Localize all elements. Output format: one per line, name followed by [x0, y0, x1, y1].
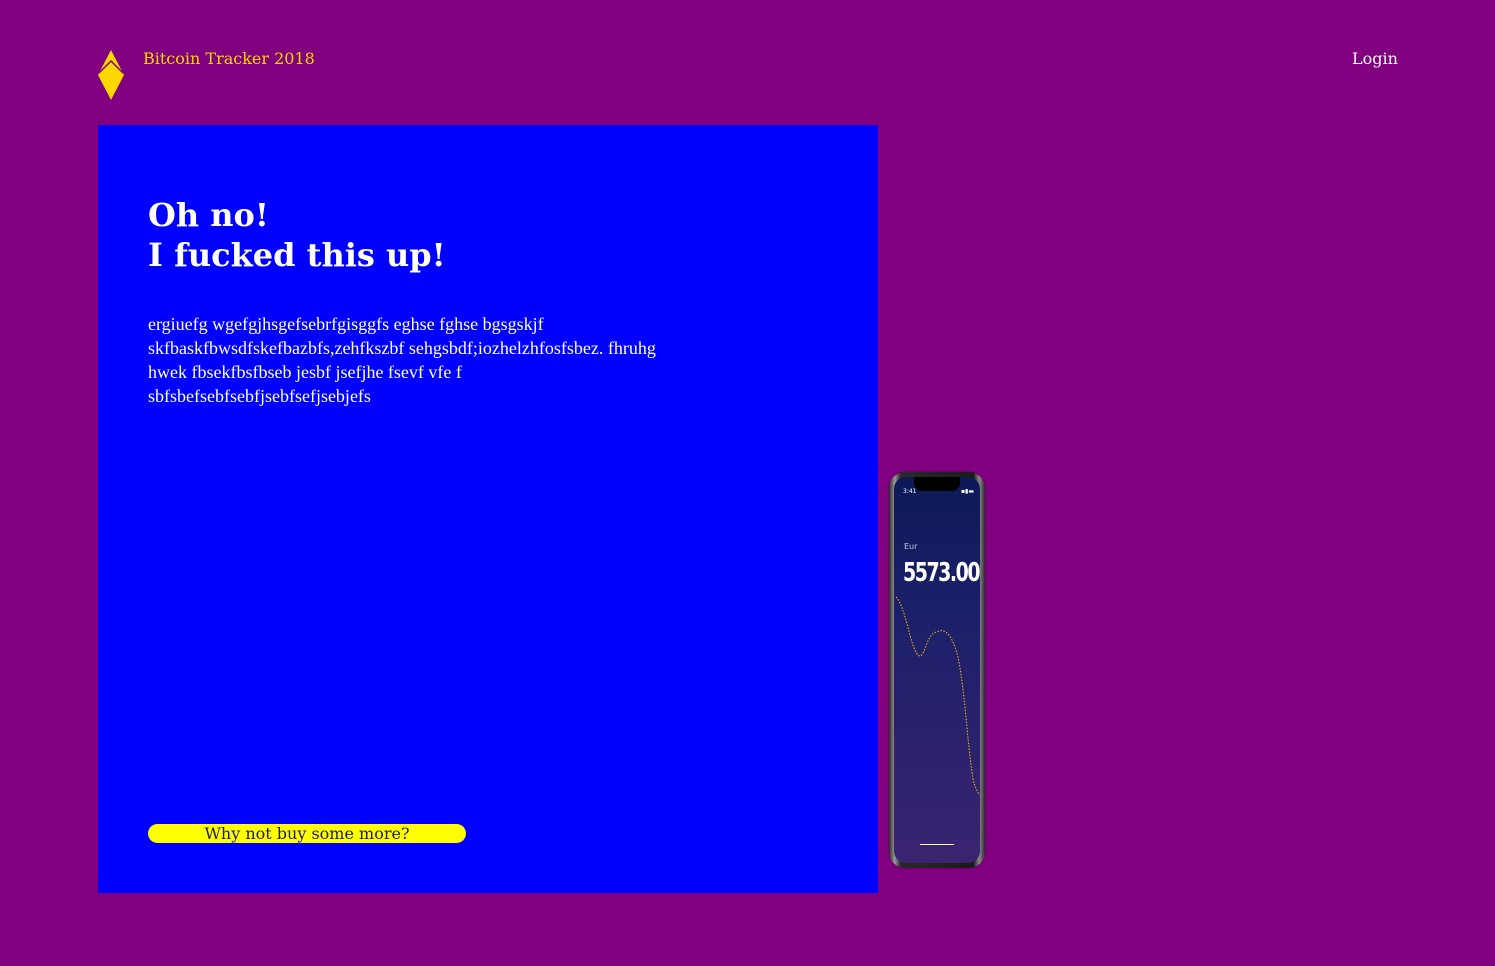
currency-label: Eur [904, 542, 918, 551]
hero-panel: Oh no! I fucked this up! ergiuefg wgefgj… [98, 125, 878, 893]
home-indicator [920, 844, 954, 845]
buy-more-button[interactable]: Why not buy some more? [148, 824, 466, 843]
status-time: 3:41 [903, 488, 917, 495]
status-icons: ▪▮▬ [960, 488, 974, 495]
phone-notch [914, 477, 960, 491]
phone-screen: 3:41 ▪▮▬ Eur 5573.00 [894, 477, 980, 863]
phone-mockup: 3:41 ▪▮▬ Eur 5573.00 [889, 472, 985, 868]
login-link[interactable]: Login [1352, 49, 1398, 69]
hero-title: Oh no! I fucked this up! [148, 195, 446, 275]
price-value: 5573.00 [903, 558, 980, 588]
hero-title-line-2: I fucked this up! [148, 236, 446, 274]
brand-title[interactable]: Bitcoin Tracker 2018 [143, 49, 315, 69]
hero-body-text: ergiuefg wgefgjhsgefsebrfgisggfs eghse f… [148, 314, 656, 406]
hero-title-line-1: Oh no! [148, 196, 269, 234]
price-sparkline [895, 596, 980, 796]
diamond-logo-icon[interactable] [98, 50, 124, 100]
